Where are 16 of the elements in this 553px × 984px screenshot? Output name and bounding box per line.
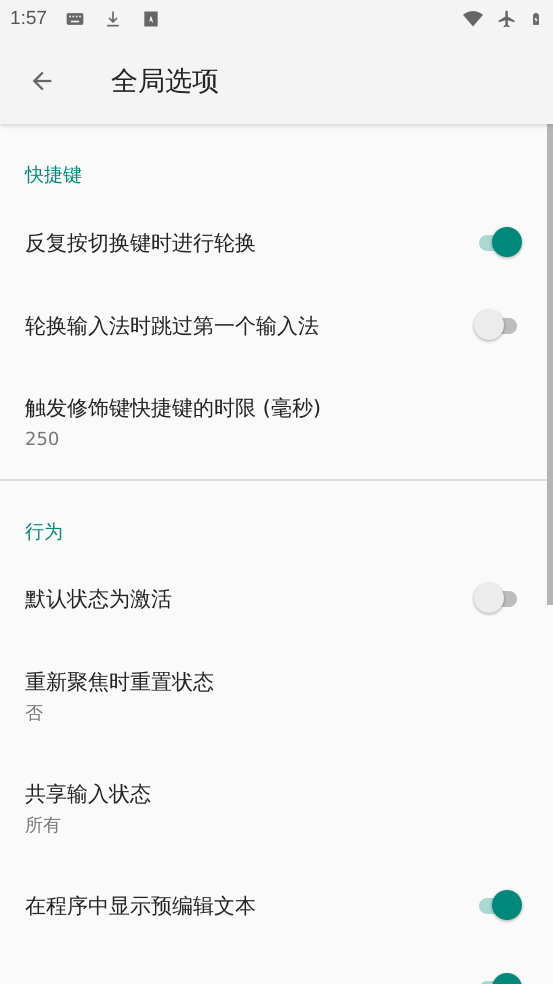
status-time: 1:57 xyxy=(10,8,47,30)
setting-value: 所有 xyxy=(25,814,61,838)
wifi-icon xyxy=(461,9,485,29)
page-title: 全局选项 xyxy=(111,65,219,99)
setting-title[interactable]: 触发修饰键快捷键的时限 (毫秒) xyxy=(25,394,528,422)
setting-title[interactable]: 共享输入状态 xyxy=(25,780,528,808)
setting-title: 反复按切换键时进行轮换 xyxy=(25,230,256,256)
airplane-icon xyxy=(497,9,517,29)
setting-value: 250 xyxy=(25,428,60,452)
setting-title: 在程序中显示预编辑文本 xyxy=(25,893,256,920)
setting-title: 轮换输入法时跳过第一个输入法 xyxy=(25,312,319,340)
setting-title: 默认状态为激活 xyxy=(25,586,172,613)
setting-value: 否 xyxy=(25,702,43,726)
section-header: 行为 xyxy=(25,520,63,542)
setting-title[interactable]: 重新聚焦时重置状态 xyxy=(25,668,528,696)
section-header: 快捷键 xyxy=(25,164,82,186)
